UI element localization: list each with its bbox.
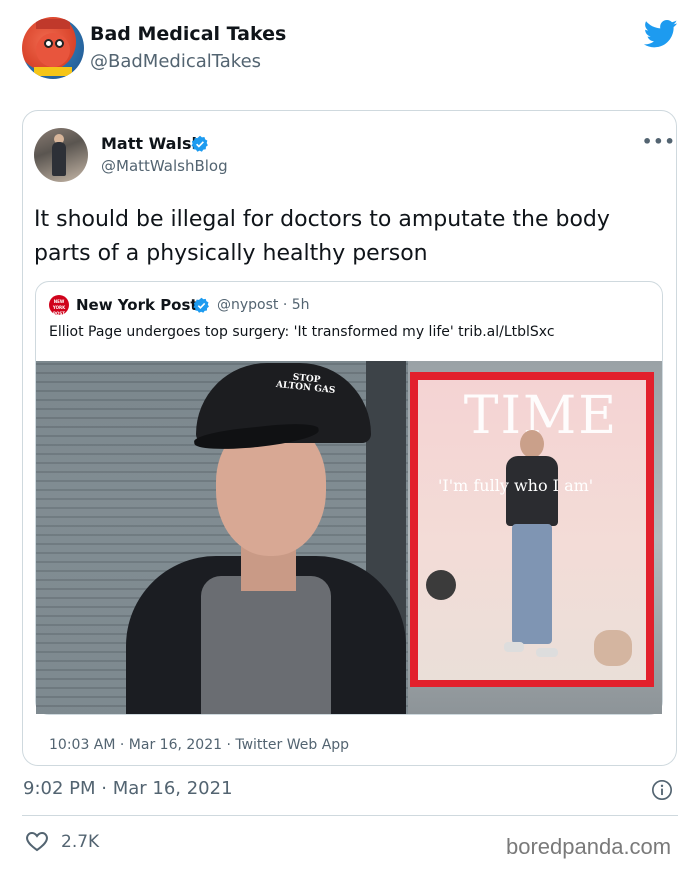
avatar-figure — [52, 142, 66, 176]
nested-author-handle[interactable]: @nypost · 5h — [217, 297, 310, 313]
cover-person-shoe — [536, 648, 558, 657]
tweet-timestamp[interactable]: 9:02 PM · Mar 16, 2021 — [23, 778, 233, 799]
cover-person — [502, 430, 562, 660]
tweet-media-image[interactable]: STOP ALTON GAS TIME 'I'm fully who I am' — [36, 361, 662, 714]
cover-person-head — [520, 430, 544, 458]
heart-icon[interactable] — [25, 830, 49, 852]
quoted-author-name[interactable]: Matt Walsh — [101, 134, 203, 153]
magazine-cover: TIME 'I'm fully who I am' — [410, 372, 654, 687]
watermark: boredpanda.com — [506, 834, 672, 859]
like-count[interactable]: 2.7K — [61, 832, 99, 852]
author-handle[interactable]: @BadMedicalTakes — [90, 51, 261, 72]
info-icon[interactable] — [651, 779, 673, 801]
nypost-avatar[interactable]: NEW YORK POST — [49, 295, 69, 316]
magazine-cover-inner: TIME 'I'm fully who I am' — [418, 380, 646, 680]
quoted-timestamp[interactable]: 10:03 AM · Mar 16, 2021 · Twitter Web Ap… — [49, 737, 349, 753]
twitter-bird-icon[interactable] — [644, 19, 678, 49]
avatar-eye — [44, 39, 53, 48]
avatar-badge — [34, 67, 72, 76]
author-name[interactable]: Bad Medical Takes — [90, 23, 286, 45]
quoted-tweet-text: It should be illegal for doctors to ampu… — [34, 207, 610, 266]
cover-person-legs — [512, 524, 552, 644]
verified-icon — [191, 135, 208, 152]
author-avatar[interactable] — [22, 17, 84, 79]
cover-dog — [594, 630, 632, 666]
avatar-face — [36, 33, 70, 67]
verified-icon — [193, 297, 209, 313]
avatar-eye — [55, 39, 64, 48]
quoted-author-handle[interactable]: @MattWalshBlog — [101, 157, 228, 175]
magazine-headline: 'I'm fully who I am' — [438, 476, 594, 495]
more-icon[interactable]: ••• — [642, 132, 676, 151]
avatar-badge — [36, 19, 70, 29]
cover-person-shoe — [504, 642, 524, 652]
nested-tweet-text: Elliot Page undergoes top surgery: 'It t… — [49, 324, 555, 340]
cover-chair — [426, 570, 456, 600]
divider — [22, 815, 678, 816]
nested-author-name[interactable]: New York Post — [76, 296, 198, 314]
quoted-author-avatar[interactable] — [34, 128, 88, 182]
photo-collar — [201, 576, 331, 714]
